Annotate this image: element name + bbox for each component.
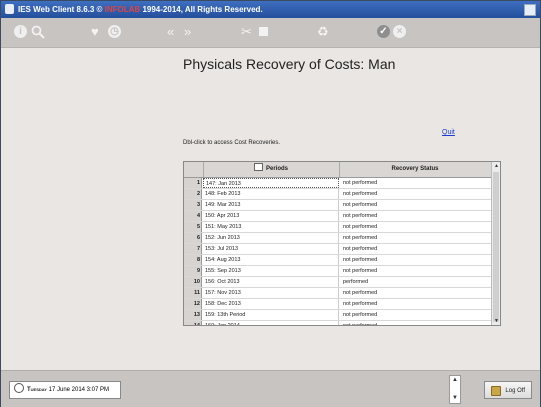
recovery-status-column-header[interactable]: Recovery Status <box>340 162 490 177</box>
period-cell[interactable]: 149: Mar 2013 <box>203 200 339 210</box>
period-cell[interactable]: 156: Oct 2013 <box>203 277 339 287</box>
quit-link[interactable]: Quit <box>442 129 455 136</box>
table-row[interactable]: 9 155: Sep 2013 not performed <box>184 266 491 277</box>
table-row[interactable]: 5 151: May 2013 not performed <box>184 222 491 233</box>
period-cell[interactable]: 158: Dec 2013 <box>203 299 339 309</box>
row-number: 6 <box>184 233 202 243</box>
row-number: 3 <box>184 200 202 210</box>
period-cell[interactable]: 154: Aug 2013 <box>203 255 339 265</box>
app-logo-icon <box>5 4 14 14</box>
table-row[interactable]: 6 152: Jun 2013 not performed <box>184 233 491 244</box>
period-cell[interactable]: 157: Nov 2013 <box>203 288 339 298</box>
row-number: 5 <box>184 222 202 232</box>
row-number: 10 <box>184 277 202 287</box>
row-number: 8 <box>184 255 202 265</box>
recovery-status-cell[interactable]: not performed <box>341 178 489 188</box>
tools-icon[interactable]: ✂ <box>241 25 252 39</box>
grid-header: Periods Recovery Status <box>184 162 491 178</box>
period-cell[interactable]: 150: Apr 2013 <box>203 211 339 221</box>
row-number: 4 <box>184 211 202 221</box>
scrollbar-thumb[interactable] <box>493 172 499 322</box>
recycle-icon[interactable]: ♻ <box>317 25 329 39</box>
title-bar: IES Web Client 8.6.3 © INFOLAB 1994-2014… <box>1 1 540 18</box>
lock-icon <box>491 386 501 396</box>
table-row[interactable]: 14 160: Jan 2014 not performed <box>184 321 491 325</box>
history-icon[interactable]: ◷ <box>108 25 121 38</box>
table-row[interactable]: 2 148: Feb 2013 not performed <box>184 189 491 200</box>
table-row[interactable]: 11 157: Nov 2013 not performed <box>184 288 491 299</box>
grid-icon <box>253 163 263 171</box>
table-row[interactable]: 8 154: Aug 2013 not performed <box>184 255 491 266</box>
period-cell[interactable]: 152: Jun 2013 <box>203 233 339 243</box>
period-cell[interactable]: 155: Sep 2013 <box>203 266 339 276</box>
recovery-status-cell[interactable]: not performed <box>341 211 489 221</box>
recovery-status-cell[interactable]: not performed <box>341 310 489 320</box>
vertical-scrollbar[interactable]: ▲ ▼ <box>491 162 500 325</box>
recovery-status-cell[interactable]: not performed <box>341 266 489 276</box>
row-number: 1 <box>184 178 202 188</box>
periods-grid: Periods Recovery Status 1 147: Jan 2013 no… <box>183 161 501 326</box>
recovery-status-cell[interactable]: not performed <box>341 321 489 325</box>
row-number: 12 <box>184 299 202 309</box>
search-icon[interactable] <box>31 25 45 39</box>
toolbar: i ♥ ◷ « » ✂ ♻ ✓ × <box>1 18 540 48</box>
forward-icon[interactable]: » <box>184 25 191 39</box>
favorite-icon[interactable]: ♥ <box>91 25 99 39</box>
spinner-down-icon[interactable]: ▼ <box>450 394 460 403</box>
periods-column-header[interactable]: Periods <box>203 162 340 177</box>
period-cell[interactable]: 151: May 2013 <box>203 222 339 232</box>
grid-rows: 1 147: Jan 2013 not performed 2 148: Feb 201… <box>184 178 491 325</box>
period-cell[interactable]: 148: Feb 2013 <box>203 189 339 199</box>
recovery-status-cell[interactable]: not performed <box>341 244 489 254</box>
app-window: IES Web Client 8.6.3 © INFOLAB 1994-2014… <box>0 0 541 407</box>
scroll-down-icon[interactable]: ▼ <box>492 317 500 325</box>
row-number: 14 <box>184 321 202 325</box>
clock-icon <box>14 383 24 393</box>
table-row[interactable]: 3 149: Mar 2013 not performed <box>184 200 491 211</box>
row-number: 2 <box>184 189 202 199</box>
table-row[interactable]: 4 150: Apr 2013 not performed <box>184 211 491 222</box>
period-cell[interactable]: 153: Jul 2013 <box>203 244 339 254</box>
period-cell[interactable]: 160: Jan 2014 <box>203 321 339 325</box>
recovery-status-cell[interactable]: not performed <box>341 233 489 243</box>
window-resize-icon[interactable] <box>524 4 536 16</box>
recovery-status-cell[interactable]: not performed <box>341 189 489 199</box>
table-row[interactable]: 7 153: Jul 2013 not performed <box>184 244 491 255</box>
recovery-status-cell[interactable]: not performed <box>341 288 489 298</box>
logoff-button[interactable]: Log Off <box>484 381 532 399</box>
period-cell[interactable]: 147: Jan 2013 <box>203 178 339 188</box>
row-number: 7 <box>184 244 202 254</box>
info-icon[interactable]: i <box>14 25 27 38</box>
scroll-up-icon[interactable]: ▲ <box>492 162 500 170</box>
date-display: Tuesday 17 June 2014 3:07 PM <box>9 381 121 399</box>
page-title: Physicals Recovery of Costs: Man <box>183 56 396 72</box>
recovery-status-cell[interactable]: not performed <box>341 222 489 232</box>
period-cell[interactable]: 159: 13th Period <box>203 310 339 320</box>
main-content: Physicals Recovery of Costs: Man Quit Db… <box>1 48 540 370</box>
close-icon[interactable]: × <box>393 25 406 38</box>
table-row[interactable]: 1 147: Jan 2013 not performed <box>184 178 491 189</box>
recovery-status-cell[interactable]: not performed <box>341 200 489 210</box>
row-number: 13 <box>184 310 202 320</box>
status-spinner[interactable]: ▲ ▼ <box>449 375 461 404</box>
row-number-header <box>184 162 204 177</box>
row-number: 9 <box>184 266 202 276</box>
back-icon[interactable]: « <box>167 25 174 39</box>
check-icon[interactable]: ✓ <box>377 25 390 38</box>
table-row[interactable]: 10 156: Oct 2013 performed <box>184 277 491 288</box>
status-bar: Tuesday 17 June 2014 3:07 PM ▲ ▼ Log Off <box>1 370 540 407</box>
stop-icon[interactable] <box>259 27 268 36</box>
window-title: IES Web Client 8.6.3 © INFOLAB 1994-2014… <box>18 5 263 14</box>
recovery-status-cell[interactable]: not performed <box>341 255 489 265</box>
table-row[interactable]: 13 159: 13th Period not performed <box>184 310 491 321</box>
instruction-text: Dbl-click to access Cost Recoveries. <box>183 140 281 146</box>
spinner-up-icon[interactable]: ▲ <box>450 376 460 385</box>
recovery-status-cell[interactable]: not performed <box>341 299 489 309</box>
row-number: 11 <box>184 288 202 298</box>
recovery-status-cell[interactable]: performed <box>341 277 489 287</box>
table-row[interactable]: 12 158: Dec 2013 not performed <box>184 299 491 310</box>
